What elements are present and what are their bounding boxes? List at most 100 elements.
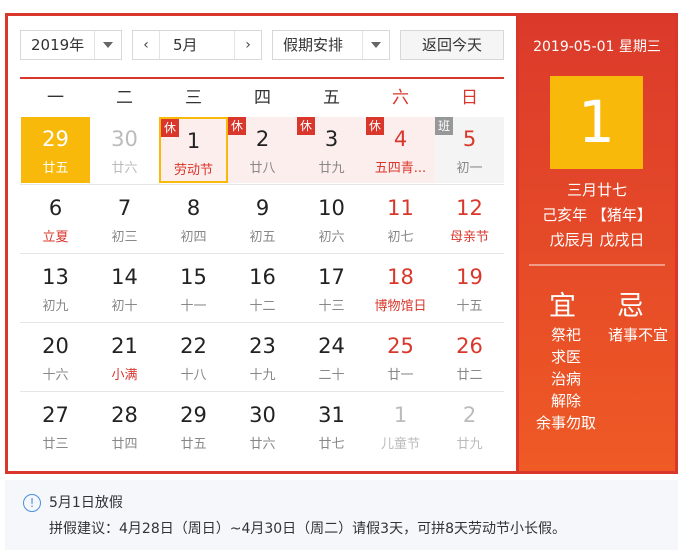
day-detail-panel: 2019-05-01 星期三 1 三月廿七 己亥年 【猪年】 戊辰月 戊戌日 宜… [519, 16, 675, 471]
back-to-today-button[interactable]: 返回今天 [400, 30, 504, 60]
day-lunar-label: 十八 [180, 368, 207, 383]
calendar-day[interactable]: 7 初三 [90, 186, 159, 252]
day-lunar-label: 立夏 [42, 230, 69, 245]
calendar-day[interactable]: 27 廿三 [21, 393, 90, 459]
calendar-day[interactable]: 11 初七 [366, 186, 435, 252]
day-number: 25 [387, 334, 414, 358]
calendar-day[interactable]: 15 十一 [159, 255, 228, 321]
day-lunar-label: 初七 [387, 230, 414, 245]
day-number: 2 [462, 403, 477, 427]
day-number: 17 [318, 265, 345, 289]
calendar-day[interactable]: 6 立夏 [21, 186, 90, 252]
calendar-day[interactable]: 休 3 廿九 [297, 117, 366, 183]
calendar-day[interactable]: 12 母亲节 [435, 186, 504, 252]
day-number: 14 [111, 265, 138, 289]
calendar-day[interactable]: 19 十五 [435, 255, 504, 321]
notice-text: 拼假建议：4月28日（周日）~4月30日（周二）请假3天，可拼8天劳动节小长假。 [49, 521, 566, 537]
day-number: 18 [387, 265, 414, 289]
day-lunar-label: 初六 [318, 230, 345, 245]
day-lunar-label: 廿八 [249, 161, 276, 176]
day-lunar-label: 博物馆日 [374, 299, 427, 314]
calendar-day[interactable]: 14 初十 [90, 255, 159, 321]
calendar-day[interactable]: 16 十二 [228, 255, 297, 321]
day-lunar-label: 十二 [249, 299, 276, 314]
day-number: 7 [117, 196, 132, 220]
day-number: 24 [318, 334, 345, 358]
calendar-grid: 29 廿五 30 廿六休 1 劳动节休 2 廿八休 3 廿九休 4 五四青... 班 5 初一 6 立夏 7 初三 8… [20, 117, 504, 462]
calendar-day[interactable]: 25 廿一 [366, 324, 435, 390]
day-number: 1 [393, 403, 408, 427]
calendar-day[interactable]: 29 廿五 [159, 393, 228, 459]
calendar-day[interactable]: 30 廿六 [90, 117, 159, 183]
calendar-day[interactable]: 休 2 廿八 [228, 117, 297, 183]
calendar-controls: 2019年 ‹ 5月 › 假期安排 返回今天 [20, 30, 504, 62]
calendar-day[interactable]: 休 4 五四青... [366, 117, 435, 183]
holiday-notice: ! 5月1日放假 拼假建议：4月28日（周日）~4月30日（周二）请假3天，可拼… [5, 480, 678, 550]
calendar-day[interactable]: 8 初四 [159, 186, 228, 252]
row-divider [20, 322, 504, 323]
day-number: 31 [318, 403, 345, 427]
day-number: 19 [456, 265, 483, 289]
ganzhi-year: 己亥年 【猪年】 [542, 206, 652, 224]
day-number: 29 [42, 127, 69, 151]
calendar-day[interactable]: 17 十三 [297, 255, 366, 321]
weekday-label: 三 [185, 88, 202, 108]
day-number: 29 [180, 403, 207, 427]
yi-item: 求医 [550, 348, 581, 366]
day-number: 13 [42, 265, 69, 289]
day-number: 23 [249, 334, 276, 358]
day-lunar-label: 初十 [111, 299, 138, 314]
ganzhi-month-day: 戊辰月 戊戌日 [549, 231, 645, 249]
day-lunar-label: 廿六 [111, 161, 138, 176]
row-divider [20, 253, 504, 254]
calendar-day[interactable]: 班 5 初一 [435, 117, 504, 183]
weekday-label: 日 [461, 88, 478, 108]
calendar-day[interactable]: 29 廿五 [21, 117, 90, 183]
chevron-down-icon[interactable] [94, 31, 121, 59]
ji-list: 诸事不宜 [603, 324, 673, 346]
day-number: 30 [111, 127, 138, 151]
calendar-day[interactable]: 20 十六 [21, 324, 90, 390]
calendar-day[interactable]: 26 廿二 [435, 324, 504, 390]
day-lunar-label: 初三 [111, 230, 138, 245]
calendar-day[interactable]: 9 初五 [228, 186, 297, 252]
day-lunar-label: 初四 [180, 230, 207, 245]
lunar-date: 三月廿七 [566, 181, 627, 199]
day-number: 2 [255, 127, 270, 151]
calendar-day[interactable]: 休 1 劳动节 [159, 117, 228, 183]
day-number: 8 [186, 196, 201, 220]
calendar-widget: 2019年 ‹ 5月 › 假期安排 返回今天 一二三四五六日 29 廿五 30 廿六休… [5, 13, 678, 474]
day-lunar-label: 十一 [180, 299, 207, 314]
selected-date-header: 2019-05-01 星期三 [533, 39, 661, 55]
calendar-day[interactable]: 30 廿六 [228, 393, 297, 459]
day-lunar-label: 小满 [111, 368, 138, 383]
calendar-day[interactable]: 10 初六 [297, 186, 366, 252]
prev-month-button[interactable]: ‹ [133, 31, 160, 59]
calendar-day[interactable]: 28 廿四 [90, 393, 159, 459]
day-lunar-label: 廿五 [180, 437, 207, 452]
day-lunar-label: 二十 [318, 368, 345, 383]
day-lunar-label: 初九 [42, 299, 69, 314]
day-number: 6 [48, 196, 63, 220]
day-lunar-label: 五四青... [374, 161, 427, 176]
calendar-day[interactable]: 18 博物馆日 [366, 255, 435, 321]
chevron-down-icon[interactable] [362, 31, 389, 59]
day-lunar-label: 廿四 [111, 437, 138, 452]
holiday-select[interactable]: 假期安排 [272, 30, 390, 60]
year-select[interactable]: 2019年 [20, 30, 122, 60]
calendar-day[interactable]: 21 小满 [90, 324, 159, 390]
calendar-day[interactable]: 24 二十 [297, 324, 366, 390]
calendar-day[interactable]: 22 十八 [159, 324, 228, 390]
calendar-day[interactable]: 31 廿七 [297, 393, 366, 459]
calendar-day[interactable]: 1 儿童节 [366, 393, 435, 459]
calendar-day[interactable]: 2 廿九 [435, 393, 504, 459]
day-number: 22 [180, 334, 207, 358]
day-lunar-label: 廿二 [456, 368, 483, 383]
day-number: 28 [111, 403, 138, 427]
weekday-label: 一 [47, 88, 64, 108]
day-number: 27 [42, 403, 69, 427]
calendar-day[interactable]: 23 十九 [228, 324, 297, 390]
next-month-button[interactable]: › [234, 31, 261, 59]
calendar-day[interactable]: 13 初九 [21, 255, 90, 321]
month-select[interactable]: ‹ 5月 › [132, 30, 262, 60]
